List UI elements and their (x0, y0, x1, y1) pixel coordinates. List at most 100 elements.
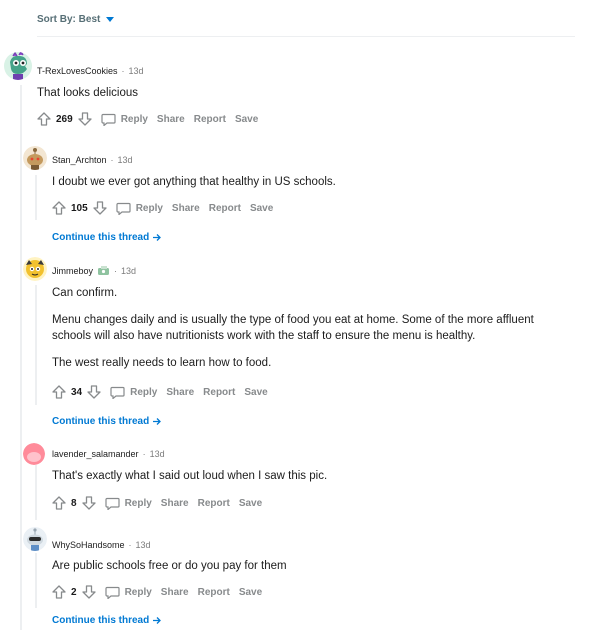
username[interactable]: Stan_Archton (52, 155, 107, 165)
downvote-icon[interactable] (87, 385, 101, 399)
username[interactable]: Jimmeboy (52, 266, 93, 276)
dot-separator: · (142, 449, 146, 459)
upvote-icon[interactable] (52, 585, 66, 599)
upvote-icon[interactable] (52, 496, 66, 510)
report-button[interactable]: Report (203, 387, 235, 398)
reply-label: Reply (135, 202, 163, 214)
share-button[interactable]: Share (172, 203, 200, 214)
save-button[interactable]: Save (235, 114, 258, 125)
reply-bubble-icon (101, 113, 116, 126)
avatar[interactable] (23, 527, 47, 551)
reply-bubble-icon (116, 202, 131, 215)
username[interactable]: T-RexLovesCookies (37, 66, 118, 76)
vote-score: 269 (56, 113, 73, 125)
report-button[interactable]: Report (198, 498, 230, 509)
save-button[interactable]: Save (239, 498, 262, 509)
vote-score: 34 (71, 386, 83, 398)
comment-meta: Stan_Archton · 13d (52, 155, 133, 165)
continue-thread-link[interactable]: Continue this thread (52, 615, 162, 626)
save-button[interactable]: Save (239, 587, 262, 598)
dot-separator: · (110, 155, 114, 165)
reply-button[interactable]: Reply (110, 386, 157, 399)
comment-body: That looks delicious (37, 85, 557, 112)
continue-thread-link[interactable]: Continue this thread (52, 416, 162, 427)
timestamp[interactable]: 13d (129, 66, 144, 76)
report-button[interactable]: Report (194, 114, 226, 125)
reply-bubble-icon (104, 497, 120, 510)
reply-button[interactable]: Reply (104, 586, 152, 599)
comment-meta: lavender_salamander · 13d (52, 449, 165, 459)
timestamp[interactable]: 13d (118, 155, 133, 165)
comment-body: Can confirm. Menu changes daily and is u… (52, 285, 572, 382)
caret-down-icon (106, 17, 115, 22)
dot-separator: · (114, 265, 118, 276)
share-button[interactable]: Share (157, 114, 185, 125)
arrow-right-icon (153, 617, 162, 624)
thread-line[interactable] (35, 553, 37, 608)
comment-paragraph: That's exactly what I said out loud when… (52, 470, 328, 482)
reply-label: Reply (124, 586, 152, 598)
continue-label: Continue this thread (52, 416, 150, 427)
downvote-icon[interactable] (93, 201, 107, 215)
timestamp[interactable]: 13d (136, 540, 151, 550)
comment-paragraph: That looks delicious (37, 87, 138, 99)
thread-line[interactable] (35, 175, 37, 220)
report-button[interactable]: Report (198, 587, 230, 598)
continue-label: Continue this thread (52, 615, 150, 626)
comment-paragraph: Menu changes daily and is usually the ty… (52, 314, 534, 342)
comment-actions: 8 Reply Share Report Save (52, 496, 262, 510)
downvote-icon[interactable] (81, 585, 96, 599)
upvote-icon[interactable] (52, 385, 66, 399)
save-button[interactable]: Save (244, 387, 267, 398)
continue-thread-link[interactable]: Continue this thread (52, 232, 162, 243)
comment-body: That's exactly what I said out loud when… (52, 468, 572, 495)
avatar[interactable] (23, 146, 47, 170)
avatar[interactable] (23, 443, 45, 465)
upvote-icon[interactable] (52, 201, 66, 215)
username[interactable]: WhySoHandsome (52, 540, 125, 550)
thread-line[interactable] (35, 285, 37, 405)
reply-button[interactable]: Reply (116, 202, 163, 215)
comment-meta: Jimmeboy · 13d (52, 265, 136, 276)
comment-paragraph: Are public schools free or do you pay fo… (52, 560, 287, 572)
share-button[interactable]: Share (166, 387, 194, 398)
vote-score: 8 (71, 497, 77, 509)
thread-line[interactable] (35, 465, 37, 520)
report-button[interactable]: Report (209, 203, 241, 214)
comment-paragraph: I doubt we ever got anything that health… (52, 176, 336, 188)
comment-body: I doubt we ever got anything that health… (52, 174, 572, 201)
username[interactable]: lavender_salamander (52, 449, 139, 459)
reply-label: Reply (130, 386, 158, 398)
reply-button[interactable]: Reply (104, 497, 152, 510)
thread-line[interactable] (20, 85, 22, 630)
comment-paragraph: The west really needs to learn how to fo… (52, 357, 272, 369)
comment-meta: WhySoHandsome · 13d (52, 540, 151, 550)
comment-actions: 34 Reply Share Report Save (52, 385, 268, 399)
vote-score: 105 (71, 202, 88, 214)
timestamp[interactable]: 13d (121, 266, 136, 276)
share-button[interactable]: Share (161, 587, 189, 598)
dot-separator: · (128, 540, 132, 550)
reply-button[interactable]: Reply (101, 113, 148, 126)
reply-bubble-icon (110, 386, 125, 399)
comment-actions: 105 Reply Share Report Save (52, 201, 273, 215)
downvote-icon[interactable] (81, 496, 96, 510)
avatar[interactable] (4, 52, 32, 80)
downvote-icon[interactable] (78, 112, 92, 126)
reply-label: Reply (124, 497, 152, 509)
share-button[interactable]: Share (161, 498, 189, 509)
reply-label: Reply (120, 113, 148, 125)
comment-body: Are public schools free or do you pay fo… (52, 558, 572, 585)
upvote-icon[interactable] (37, 112, 51, 126)
divider (37, 36, 575, 37)
dot-separator: · (121, 66, 125, 76)
save-button[interactable]: Save (250, 203, 273, 214)
comment-meta: T-RexLovesCookies · 13d (37, 66, 144, 76)
vote-score: 2 (71, 586, 77, 598)
comment-actions: 269 Reply Share Report Save (37, 112, 258, 126)
sort-dropdown[interactable]: Sort By: Best (37, 14, 115, 25)
timestamp[interactable]: 13d (150, 449, 165, 459)
arrow-right-icon (153, 234, 162, 241)
avatar[interactable] (23, 257, 47, 281)
comment-actions: 2 Reply Share Report Save (52, 585, 262, 599)
